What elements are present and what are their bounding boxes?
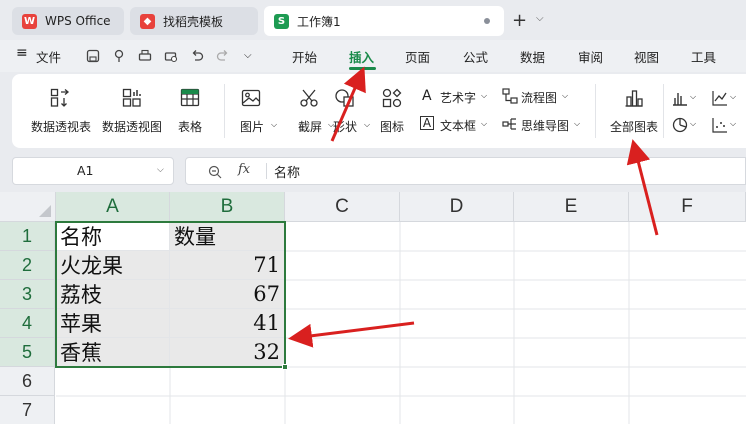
save-icon[interactable] [86,49,100,63]
shapes-icon [335,89,354,107]
mindmap-button[interactable]: 思维导图 [521,117,569,134]
bar-chart-icon [625,90,643,107]
picture-button[interactable]: 图片 [234,118,270,135]
file-menu[interactable]: 文件 [36,47,61,66]
tab-workbook1[interactable]: S 工作簿1 [264,6,504,36]
textbox-icon: A [420,116,434,130]
selection-range-border [55,221,286,368]
ribbon-separator [663,84,664,138]
name-box-chevron-icon[interactable]: ⌵ [157,165,164,175]
flowchart-icon [502,88,518,104]
pie-chart-dropdown-chevron-icon[interactable]: ⌵ [690,119,696,129]
unsaved-dot-icon[interactable] [484,18,490,24]
pivot-table-icon [50,88,70,107]
redo-icon[interactable] [216,49,230,63]
icon-button[interactable]: 图标 [375,118,409,135]
flowchart-dropdown-chevron-icon[interactable]: ⌵ [562,91,568,101]
pivot-table-button[interactable]: 数据透视表 [30,118,92,135]
new-tab-plus-icon[interactable]: + [512,10,527,31]
mindmap-icon [502,118,516,130]
ribbon-separator [224,84,225,138]
line-chart-icon[interactable] [712,90,728,106]
picture-icon [241,89,261,107]
table-icon [180,88,200,107]
print-preview-icon[interactable] [164,49,178,63]
wps-logo-icon: W [22,13,37,29]
docer-icon: ◆ [140,13,155,29]
tab-label: 找稻壳模板 [163,14,224,29]
column-header-f[interactable]: F [629,192,746,222]
tab-formula[interactable]: 公式 [463,47,488,66]
ribbon-separator [595,84,596,138]
spreadsheet-s-icon: S [274,13,289,29]
column-header-e[interactable]: E [514,192,629,222]
cell-ref: A1 [77,163,94,178]
tab-docer-templates[interactable]: ◆ 找稻壳模板 [130,7,258,35]
picture-dropdown-chevron-icon[interactable]: ⌵ [271,120,277,130]
column-header-c[interactable]: C [285,192,400,222]
line-chart-dropdown-chevron-icon[interactable]: ⌵ [730,92,736,102]
all-charts-button[interactable]: 全部图表 [606,118,662,135]
wordart-button[interactable]: 艺术字 [440,89,476,106]
mindmap-dropdown-chevron-icon[interactable]: ⌵ [574,119,580,129]
column-chart-dropdown-chevron-icon[interactable]: ⌵ [690,92,696,102]
scatter-chart-icon[interactable] [712,117,728,133]
menu-row: ≡ 文件 ⌵ 开始 插入 页面 公式 数据 审阅 视图 工具 [0,40,746,72]
flowchart-button[interactable]: 流程图 [521,89,557,106]
textbox-dropdown-chevron-icon[interactable]: ⌵ [481,119,487,129]
tab-data[interactable]: 数据 [520,47,545,66]
tab-label: 工作簿1 [297,14,341,29]
name-box[interactable]: A1 ⌵ [12,157,174,185]
zoom-search-icon[interactable] [208,165,222,179]
scatter-chart-dropdown-chevron-icon[interactable]: ⌵ [730,119,736,129]
tab-home[interactable]: 开始 [292,47,317,66]
quick-access-more-chevron-icon[interactable]: ⌵ [244,50,252,61]
pivot-chart-button[interactable]: 数据透视图 [100,118,164,135]
icon-library-icon [382,88,402,108]
tab-view[interactable]: 视图 [634,47,659,66]
pie-chart-icon[interactable] [672,117,688,133]
tab-review[interactable]: 审阅 [578,47,603,66]
scissors-icon [300,89,318,107]
column-header-a[interactable]: A [56,192,170,222]
textbox-button[interactable]: 文本框 [440,117,476,134]
undo-icon[interactable] [190,49,204,63]
select-all-corner[interactable] [0,192,56,222]
shape-button[interactable]: 形状 [327,118,363,135]
shape-dropdown-chevron-icon[interactable]: ⌵ [364,120,370,130]
fx-icon[interactable]: fx [238,162,250,177]
tab-label: WPS Office [45,14,111,28]
column-header-d[interactable]: D [400,192,514,222]
wordart-dropdown-chevron-icon[interactable]: ⌵ [481,91,487,101]
tab-wps-office[interactable]: W WPS Office [12,7,124,35]
wordart-icon: A [422,88,432,104]
tab-tools[interactable]: 工具 [691,47,716,66]
tab-insert[interactable]: 插入 [349,47,374,66]
tab-page[interactable]: 页面 [405,47,430,66]
window-tab-bar: W WPS Office ◆ 找稻壳模板 S 工作簿1 + ⌵ [0,0,746,40]
select-all-triangle-icon [39,205,51,217]
formula-bar: fx 名称 [185,157,746,185]
hamburger-menu-icon[interactable]: ≡ [16,45,28,61]
export-icon[interactable] [112,49,126,63]
print-icon[interactable] [138,49,152,63]
column-chart-icon[interactable] [672,90,688,106]
tab-list-chevron-icon[interactable]: ⌵ [536,13,544,24]
formula-divider [266,163,267,179]
pivot-chart-icon [122,88,141,107]
fill-handle[interactable] [282,364,288,370]
table-button[interactable]: 表格 [175,118,205,135]
formula-input[interactable]: 名称 [274,162,300,181]
screenshot-button[interactable]: 截屏 [292,118,328,135]
column-header-b[interactable]: B [170,192,285,222]
active-tab-underline [349,67,376,70]
insert-ribbon: 数据透视表 数据透视图 表格 图片 ⌵ 截屏 ⌵ 形状 ⌵ 图标 A 艺术字 ⌵… [12,74,746,148]
